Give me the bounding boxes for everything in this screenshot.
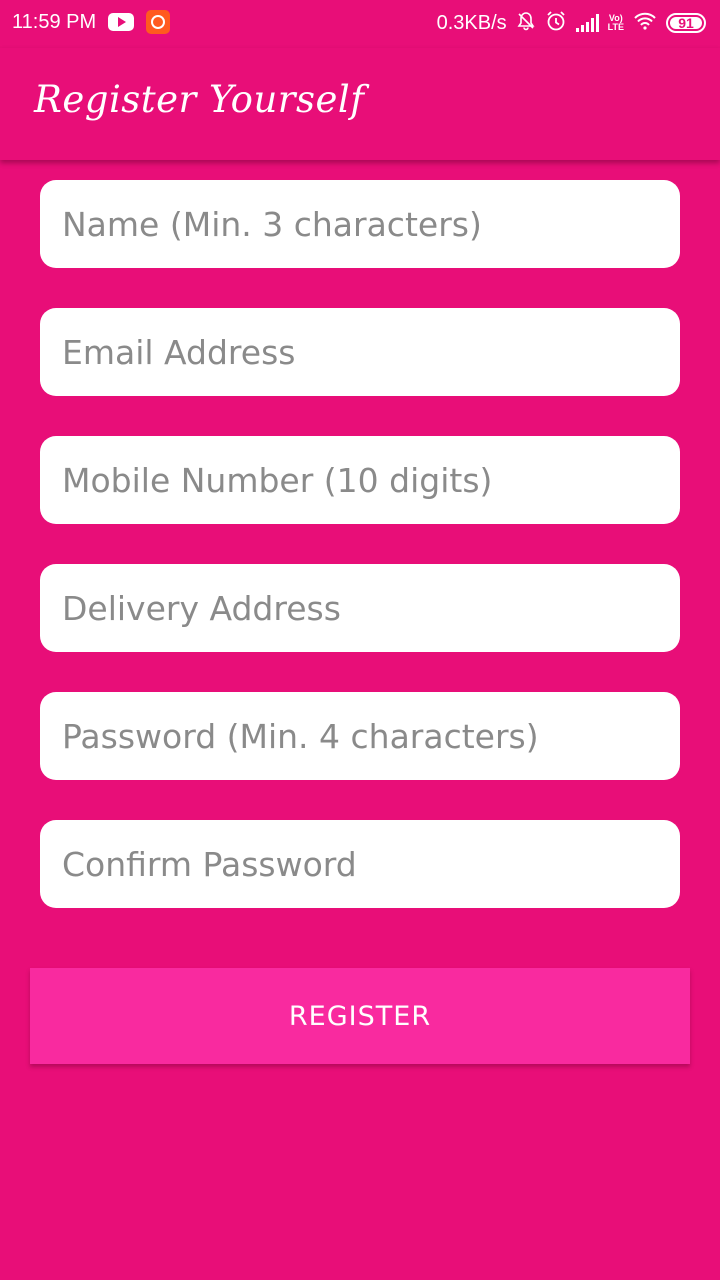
email-input[interactable] [60, 331, 660, 373]
app-bar: Register Yourself [0, 48, 720, 160]
mobile-field[interactable] [40, 436, 680, 524]
register-button[interactable]: REGISTER [30, 968, 690, 1064]
youtube-icon [108, 13, 135, 31]
battery-level: 91 [678, 15, 694, 31]
password-input[interactable] [60, 715, 660, 757]
network-speed: 0.3KB/s [436, 11, 507, 34]
status-bar-left: 11:59 PM [12, 10, 171, 34]
app-notification-icon [146, 10, 171, 34]
wifi-icon [633, 11, 657, 35]
mute-bell-icon [516, 11, 536, 35]
confirm-password-input[interactable] [60, 843, 660, 885]
address-field[interactable] [40, 564, 680, 652]
name-input[interactable] [60, 203, 660, 245]
address-input[interactable] [60, 587, 660, 629]
signal-icon [575, 14, 599, 32]
status-bar: 11:59 PM 0.3KB/s Vo) LTE 91 [0, 0, 720, 48]
alarm-icon [545, 10, 567, 36]
confirm-password-field[interactable] [40, 820, 680, 908]
mobile-input[interactable] [60, 459, 660, 501]
battery-icon: 91 [666, 13, 706, 33]
name-field[interactable] [40, 180, 680, 268]
lte-icon: Vo) LTE [607, 13, 624, 32]
status-time: 11:59 PM [12, 10, 97, 33]
page-title: Register Yourself [34, 78, 365, 121]
email-field[interactable] [40, 308, 680, 396]
status-bar-right: 0.3KB/s Vo) LTE 91 [437, 10, 706, 36]
password-field[interactable] [40, 692, 680, 780]
